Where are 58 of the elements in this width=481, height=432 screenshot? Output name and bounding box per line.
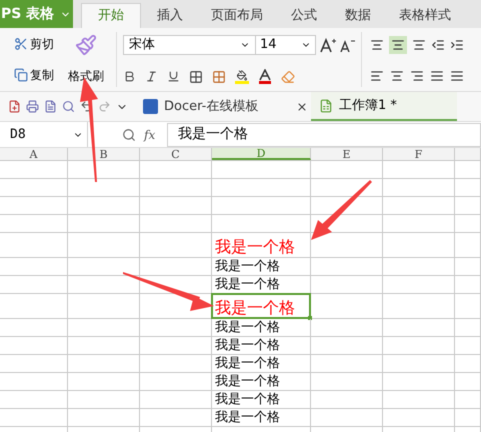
align-center-icon[interactable] [390,69,404,84]
scissors-icon [14,36,28,51]
format-painter-button[interactable]: 格式刷 [64,28,108,91]
bold-icon[interactable] [123,70,136,83]
fill-color-icon[interactable] [235,70,249,84]
annotation-arrow [311,180,372,240]
column-header[interactable]: B [99,148,108,160]
cell-text: 我是一个格 [215,392,280,408]
indent-increase-icon[interactable] [450,38,464,52]
document-tab[interactable]: Docer-在线模板 [140,92,311,121]
align-right-icon[interactable] [410,69,424,84]
underline-icon[interactable] [167,70,180,83]
preview-icon[interactable] [62,100,75,113]
cell-text: 我是一个格 [215,276,280,293]
paintbrush-icon [75,34,97,56]
column-header[interactable]: D [256,148,266,158]
ribbon-tab[interactable]: 公式 [279,3,329,28]
function-icon[interactable]: fx [144,126,156,144]
font-color-icon[interactable] [258,69,272,84]
cell-style-icon[interactable] [212,70,226,84]
copy-icon [14,68,28,82]
ribbon-tab[interactable]: 页面布局 [199,3,275,28]
name-box[interactable]: D8 [0,122,88,147]
cell-text: 我是一个格 [215,374,280,390]
cell-text: 我是一个格 [215,356,280,372]
document-tab[interactable]: 工作簿1 * [311,92,457,121]
ribbon-tab[interactable]: 数据 [333,3,383,28]
cell-text: 我是一个格 [215,410,280,426]
font-name-field[interactable]: 宋体 [123,35,256,55]
align-left-icon[interactable] [370,69,384,84]
new-file-icon[interactable] [8,100,21,113]
ribbon-tab[interactable]: 开始 [81,3,141,28]
cell-text: 我是一个格 [215,237,295,257]
justify-icon[interactable] [430,69,444,84]
grow-font-icon[interactable] [320,37,336,53]
cell-text: 我是一个格 [215,320,280,336]
cell-text: 我是一个格 [215,338,280,354]
cell-text: 我是一个格 [215,298,295,318]
ribbon-tab[interactable]: 插入 [145,3,195,28]
ribbon-tab[interactable]: 表格样式 [387,3,463,28]
borders-icon[interactable] [189,70,203,84]
copy-button[interactable]: 复制 [14,66,64,84]
align-middle-icon[interactable] [389,36,407,54]
print-icon[interactable] [26,100,39,113]
zoom-icon[interactable] [122,128,136,142]
column-header[interactable]: C [171,148,180,160]
column-header[interactable]: F [414,148,422,160]
close-icon[interactable] [296,100,308,112]
formula-field[interactable]: 我是一个格 [167,122,481,146]
cell-text: 我是一个格 [215,258,280,275]
indent-decrease-icon[interactable] [431,38,445,52]
font-size-field[interactable]: 14 [256,35,316,55]
cut-button[interactable]: 剪切 [14,34,64,53]
shrink-font-icon[interactable] [340,38,355,52]
italic-icon[interactable] [145,70,158,83]
spreadsheet-icon[interactable] [319,98,333,112]
column-header[interactable]: A [30,148,38,160]
column-header[interactable]: E [342,148,351,160]
